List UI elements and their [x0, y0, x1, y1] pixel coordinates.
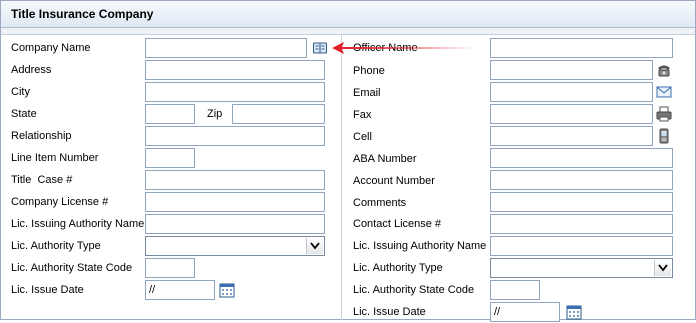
aba-number-input[interactable]	[490, 148, 673, 168]
email-input[interactable]	[490, 82, 653, 102]
telephone-icon[interactable]	[656, 62, 672, 78]
officer-name-input[interactable]	[490, 38, 673, 58]
mobile-phone-icon[interactable]	[656, 128, 672, 144]
cell-input[interactable]	[490, 126, 653, 146]
contact-license-label: Contact License #	[353, 218, 442, 230]
lic-issue-date-input[interactable]	[145, 280, 215, 300]
address-input[interactable]	[145, 60, 325, 80]
aba-number-label: ABA Number	[353, 153, 417, 165]
lic-authority-type-label: Lic. Authority Type	[11, 240, 101, 252]
cell-label: Cell	[353, 131, 372, 143]
fax-input[interactable]	[490, 104, 653, 124]
account-number-input[interactable]	[490, 170, 673, 190]
panel-title: Title Insurance Company	[11, 7, 154, 21]
relationship-input[interactable]	[145, 126, 325, 146]
lic-issuing-authority-name-input[interactable]	[145, 214, 325, 234]
column-divider	[341, 35, 342, 320]
lic-issue-date-label: Lic. Issue Date	[11, 284, 84, 296]
right-lic-issue-date-label: Lic. Issue Date	[353, 306, 426, 318]
email-label: Email	[353, 87, 381, 99]
right-lic-authority-type-select[interactable]	[490, 258, 673, 278]
line-item-number-input[interactable]	[145, 148, 195, 168]
address-book-icon[interactable]	[312, 40, 328, 56]
contact-license-input[interactable]	[490, 214, 673, 234]
header-spacer	[1, 28, 695, 35]
right-lic-issuing-authority-name-input[interactable]	[490, 236, 673, 256]
panel-header: Title Insurance Company	[1, 1, 695, 28]
state-input[interactable]	[145, 104, 195, 124]
phone-label: Phone	[353, 65, 385, 77]
title-case-input[interactable]	[145, 170, 325, 190]
title-case-label: Title Case #	[11, 174, 73, 186]
state-label: State	[11, 108, 37, 120]
envelope-icon[interactable]	[656, 84, 672, 100]
city-label: City	[11, 86, 30, 98]
zip-label: Zip	[207, 108, 223, 120]
company-license-label: Company License #	[11, 196, 109, 208]
line-item-number-label: Line Item Number	[11, 152, 99, 164]
company-name-label: Company Name	[11, 42, 91, 54]
right-lic-authority-state-code-input[interactable]	[490, 280, 540, 300]
lic-issuing-authority-name-label: Lic. Issuing Authority Name	[11, 218, 145, 230]
title-insurance-company-panel: Title Insurance Company Company Name Add…	[0, 0, 696, 322]
comments-input[interactable]	[490, 192, 673, 212]
calendar-icon[interactable]	[566, 304, 582, 320]
right-lic-issue-date-input[interactable]	[490, 302, 560, 322]
lic-authority-state-code-input[interactable]	[145, 258, 195, 278]
right-lic-authority-type-label: Lic. Authority Type	[353, 262, 443, 274]
zip-input[interactable]	[232, 104, 325, 124]
city-input[interactable]	[145, 82, 325, 102]
phone-input[interactable]	[490, 60, 653, 80]
address-label: Address	[11, 64, 52, 76]
comments-label: Comments	[353, 197, 407, 209]
lic-authority-type-select[interactable]	[145, 236, 325, 256]
lic-authority-state-code-label: Lic. Authority State Code	[11, 262, 133, 274]
right-lic-authority-state-code-label: Lic. Authority State Code	[353, 284, 475, 296]
chevron-down-icon[interactable]	[654, 260, 671, 276]
relationship-label: Relationship	[11, 130, 72, 142]
fax-icon[interactable]	[656, 106, 672, 122]
company-name-input[interactable]	[145, 38, 307, 58]
red-arrow-icon	[332, 42, 475, 54]
fax-label: Fax	[353, 109, 372, 121]
right-lic-issuing-authority-name-label: Lic. Issuing Authority Name	[353, 240, 487, 252]
calendar-icon[interactable]	[219, 282, 235, 298]
chevron-down-icon[interactable]	[306, 238, 323, 254]
account-number-label: Account Number	[353, 175, 435, 187]
company-license-input[interactable]	[145, 192, 325, 212]
